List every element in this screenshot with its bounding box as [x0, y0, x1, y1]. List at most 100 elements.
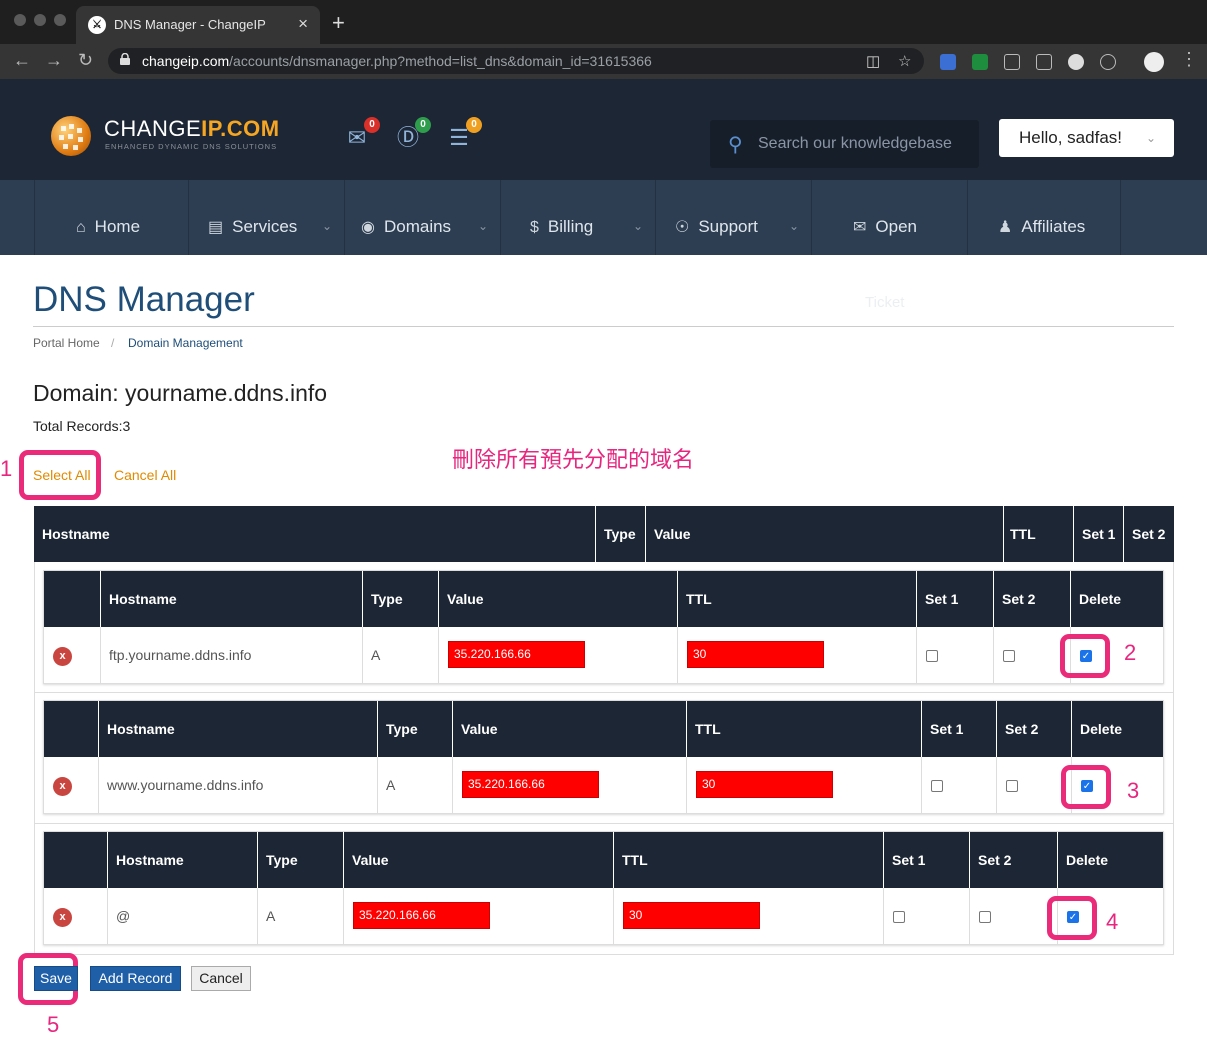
new-tab-button[interactable]: +	[332, 10, 345, 36]
nav-item-support[interactable]: ☉ Support ⌄	[655, 180, 811, 255]
changeip-logo-icon[interactable]	[51, 116, 91, 156]
list-icon: ▤	[208, 219, 224, 236]
back-arrow-icon[interactable]: ←	[13, 50, 31, 71]
remove-record-icon[interactable]: x	[53, 647, 72, 666]
browser-menu-icon[interactable]: ⋮	[1180, 49, 1198, 70]
nav-item-services[interactable]: ▤ Services ⌄	[188, 180, 344, 255]
extension-window-icon[interactable]	[1004, 54, 1020, 70]
set1-cell	[884, 888, 970, 945]
column-header-set2: Set 2	[997, 701, 1072, 757]
set2-cell	[970, 888, 1058, 945]
translate-icon[interactable]: ◫	[866, 52, 880, 70]
remove-record-icon[interactable]: x	[53, 777, 72, 796]
google-translate-extension-icon[interactable]	[940, 54, 956, 70]
column-header-delete: Delete	[1066, 852, 1109, 868]
extension-glasses-icon[interactable]	[1100, 54, 1116, 70]
shield-favicon-icon: ⚔	[88, 16, 106, 34]
value-cell: 35.220.166.66	[344, 888, 614, 945]
tab-title: DNS Manager - ChangeIP	[114, 17, 266, 32]
lock-icon	[120, 53, 130, 65]
chevron-down-icon: ⌄	[321, 219, 332, 233]
set2-checkbox[interactable]	[1006, 780, 1018, 792]
set1-cell	[917, 627, 994, 684]
tab-close-icon[interactable]: ×	[298, 14, 308, 34]
nav-item-billing[interactable]: $ Billing ⌄	[500, 180, 655, 255]
profile-avatar[interactable]	[1144, 52, 1164, 72]
logo-wordmark[interactable]: CHANGEIP.COM	[104, 116, 280, 142]
lifebuoy-icon: ☉	[675, 219, 690, 236]
window-minimize-dot[interactable]	[34, 14, 46, 26]
column-header-delete: Delete	[1079, 591, 1122, 607]
column-header-set1: Set 1	[1074, 506, 1124, 562]
ghost-ticket-text: Ticket	[865, 294, 905, 311]
window-zoom-dot[interactable]	[54, 14, 66, 26]
breadcrumb-domain-management[interactable]: Domain Management	[128, 336, 243, 350]
total-records: Total Records:3	[33, 418, 131, 434]
type-cell: A	[258, 888, 344, 945]
column-header-set2: Set 2	[970, 832, 1058, 888]
title-divider	[33, 326, 1174, 327]
column-header-blank	[44, 571, 101, 627]
value-input[interactable]: 35.220.166.66	[448, 641, 585, 668]
star-icon[interactable]: ☆	[898, 52, 911, 70]
set1-checkbox[interactable]	[926, 650, 938, 662]
tickets-badge: 0	[466, 117, 482, 133]
row-divider	[34, 823, 1174, 824]
column-header-delete: Delete	[1080, 721, 1123, 737]
dollar-sign-icon: $	[530, 219, 539, 236]
remove-record-icon[interactable]: x	[53, 908, 72, 927]
extension-gauge-icon[interactable]	[1068, 54, 1084, 70]
set2-checkbox[interactable]	[979, 911, 991, 923]
domain-heading: Domain: yourname.ddns.info	[33, 380, 328, 406]
value-cell: 35.220.166.66	[453, 757, 687, 814]
browser-tab[interactable]: ⚔ DNS Manager - ChangeIP ×	[76, 6, 320, 44]
column-header-ttl: TTL	[687, 701, 922, 757]
highlight-box-delete-3	[1047, 896, 1097, 940]
set1-checkbox[interactable]	[931, 780, 943, 792]
column-header-hostname: Hostname	[99, 701, 378, 757]
nav-item-label: Domains	[383, 217, 452, 236]
add-record-button[interactable]: Add Record	[90, 966, 181, 991]
ttl-input[interactable]: 30	[696, 771, 833, 798]
cancel-button[interactable]: Cancel	[191, 966, 251, 991]
save-button[interactable]: Save	[34, 966, 78, 991]
ttl-cell: 30	[678, 627, 917, 684]
nav-item-label: Support	[698, 217, 758, 236]
user-menu-button[interactable]: Hello, sadfas! ⌄	[999, 119, 1174, 157]
cancel-all-link[interactable]: Cancel All	[114, 467, 176, 483]
hostname-cell: www.yourname.ddns.info	[99, 757, 378, 814]
extension-reader-icon[interactable]	[1036, 54, 1052, 70]
reload-icon[interactable]: ↻	[78, 50, 93, 71]
column-header-hostname: Hostname	[108, 832, 258, 888]
knowledgebase-search: ⚲	[710, 120, 979, 168]
ttl-input[interactable]: 30	[687, 641, 824, 668]
select-all-link[interactable]: Select All	[33, 467, 91, 483]
breadcrumb-portal-home[interactable]: Portal Home	[33, 336, 100, 350]
url-domain: changeip.com	[142, 53, 230, 69]
dns-table-header: Hostname Type Value TTL Set 1 Set 2	[34, 506, 1174, 562]
column-header-value: Value	[344, 832, 614, 888]
ttl-input[interactable]: 30	[623, 902, 760, 929]
nav-item-affiliates[interactable]: ♟ Affiliates	[967, 180, 1121, 255]
extension-flag-icon[interactable]	[972, 54, 988, 70]
address-bar[interactable]: changeip.com/accounts/dnsmanager.php?met…	[108, 48, 924, 74]
window-close-dot[interactable]	[14, 14, 26, 26]
nav-item-label: Home	[94, 217, 141, 236]
value-input[interactable]: 35.220.166.66	[353, 902, 490, 929]
main-navigation: ⌂ Home ▤ Services ⌄ ◉ Domains ⌄ $ Billing ⌄ …	[0, 180, 1207, 255]
nav-item-home[interactable]: ⌂ Home	[34, 180, 188, 255]
column-header-ttl: TTL	[1004, 506, 1074, 562]
set2-checkbox[interactable]	[1003, 650, 1015, 662]
nav-item-open-ticket[interactable]: ✉ Open	[811, 180, 967, 255]
nav-item-label: Affiliates	[1021, 217, 1086, 236]
knowledgebase-search-input[interactable]	[758, 132, 958, 156]
record-header: Hostname Type Value TTL Set 1 Set 2 Dele…	[44, 701, 1163, 757]
delete-cell: x	[44, 888, 108, 945]
browser-tab-bar: ⚔ DNS Manager - ChangeIP × +	[0, 0, 1207, 44]
home-icon: ⌂	[76, 219, 86, 236]
value-input[interactable]: 35.220.166.66	[462, 771, 599, 798]
nav-item-domains[interactable]: ◉ Domains ⌄	[344, 180, 500, 255]
forward-arrow-icon[interactable]: →	[45, 50, 63, 71]
column-header-value: Value	[646, 506, 1004, 562]
set1-checkbox[interactable]	[893, 911, 905, 923]
